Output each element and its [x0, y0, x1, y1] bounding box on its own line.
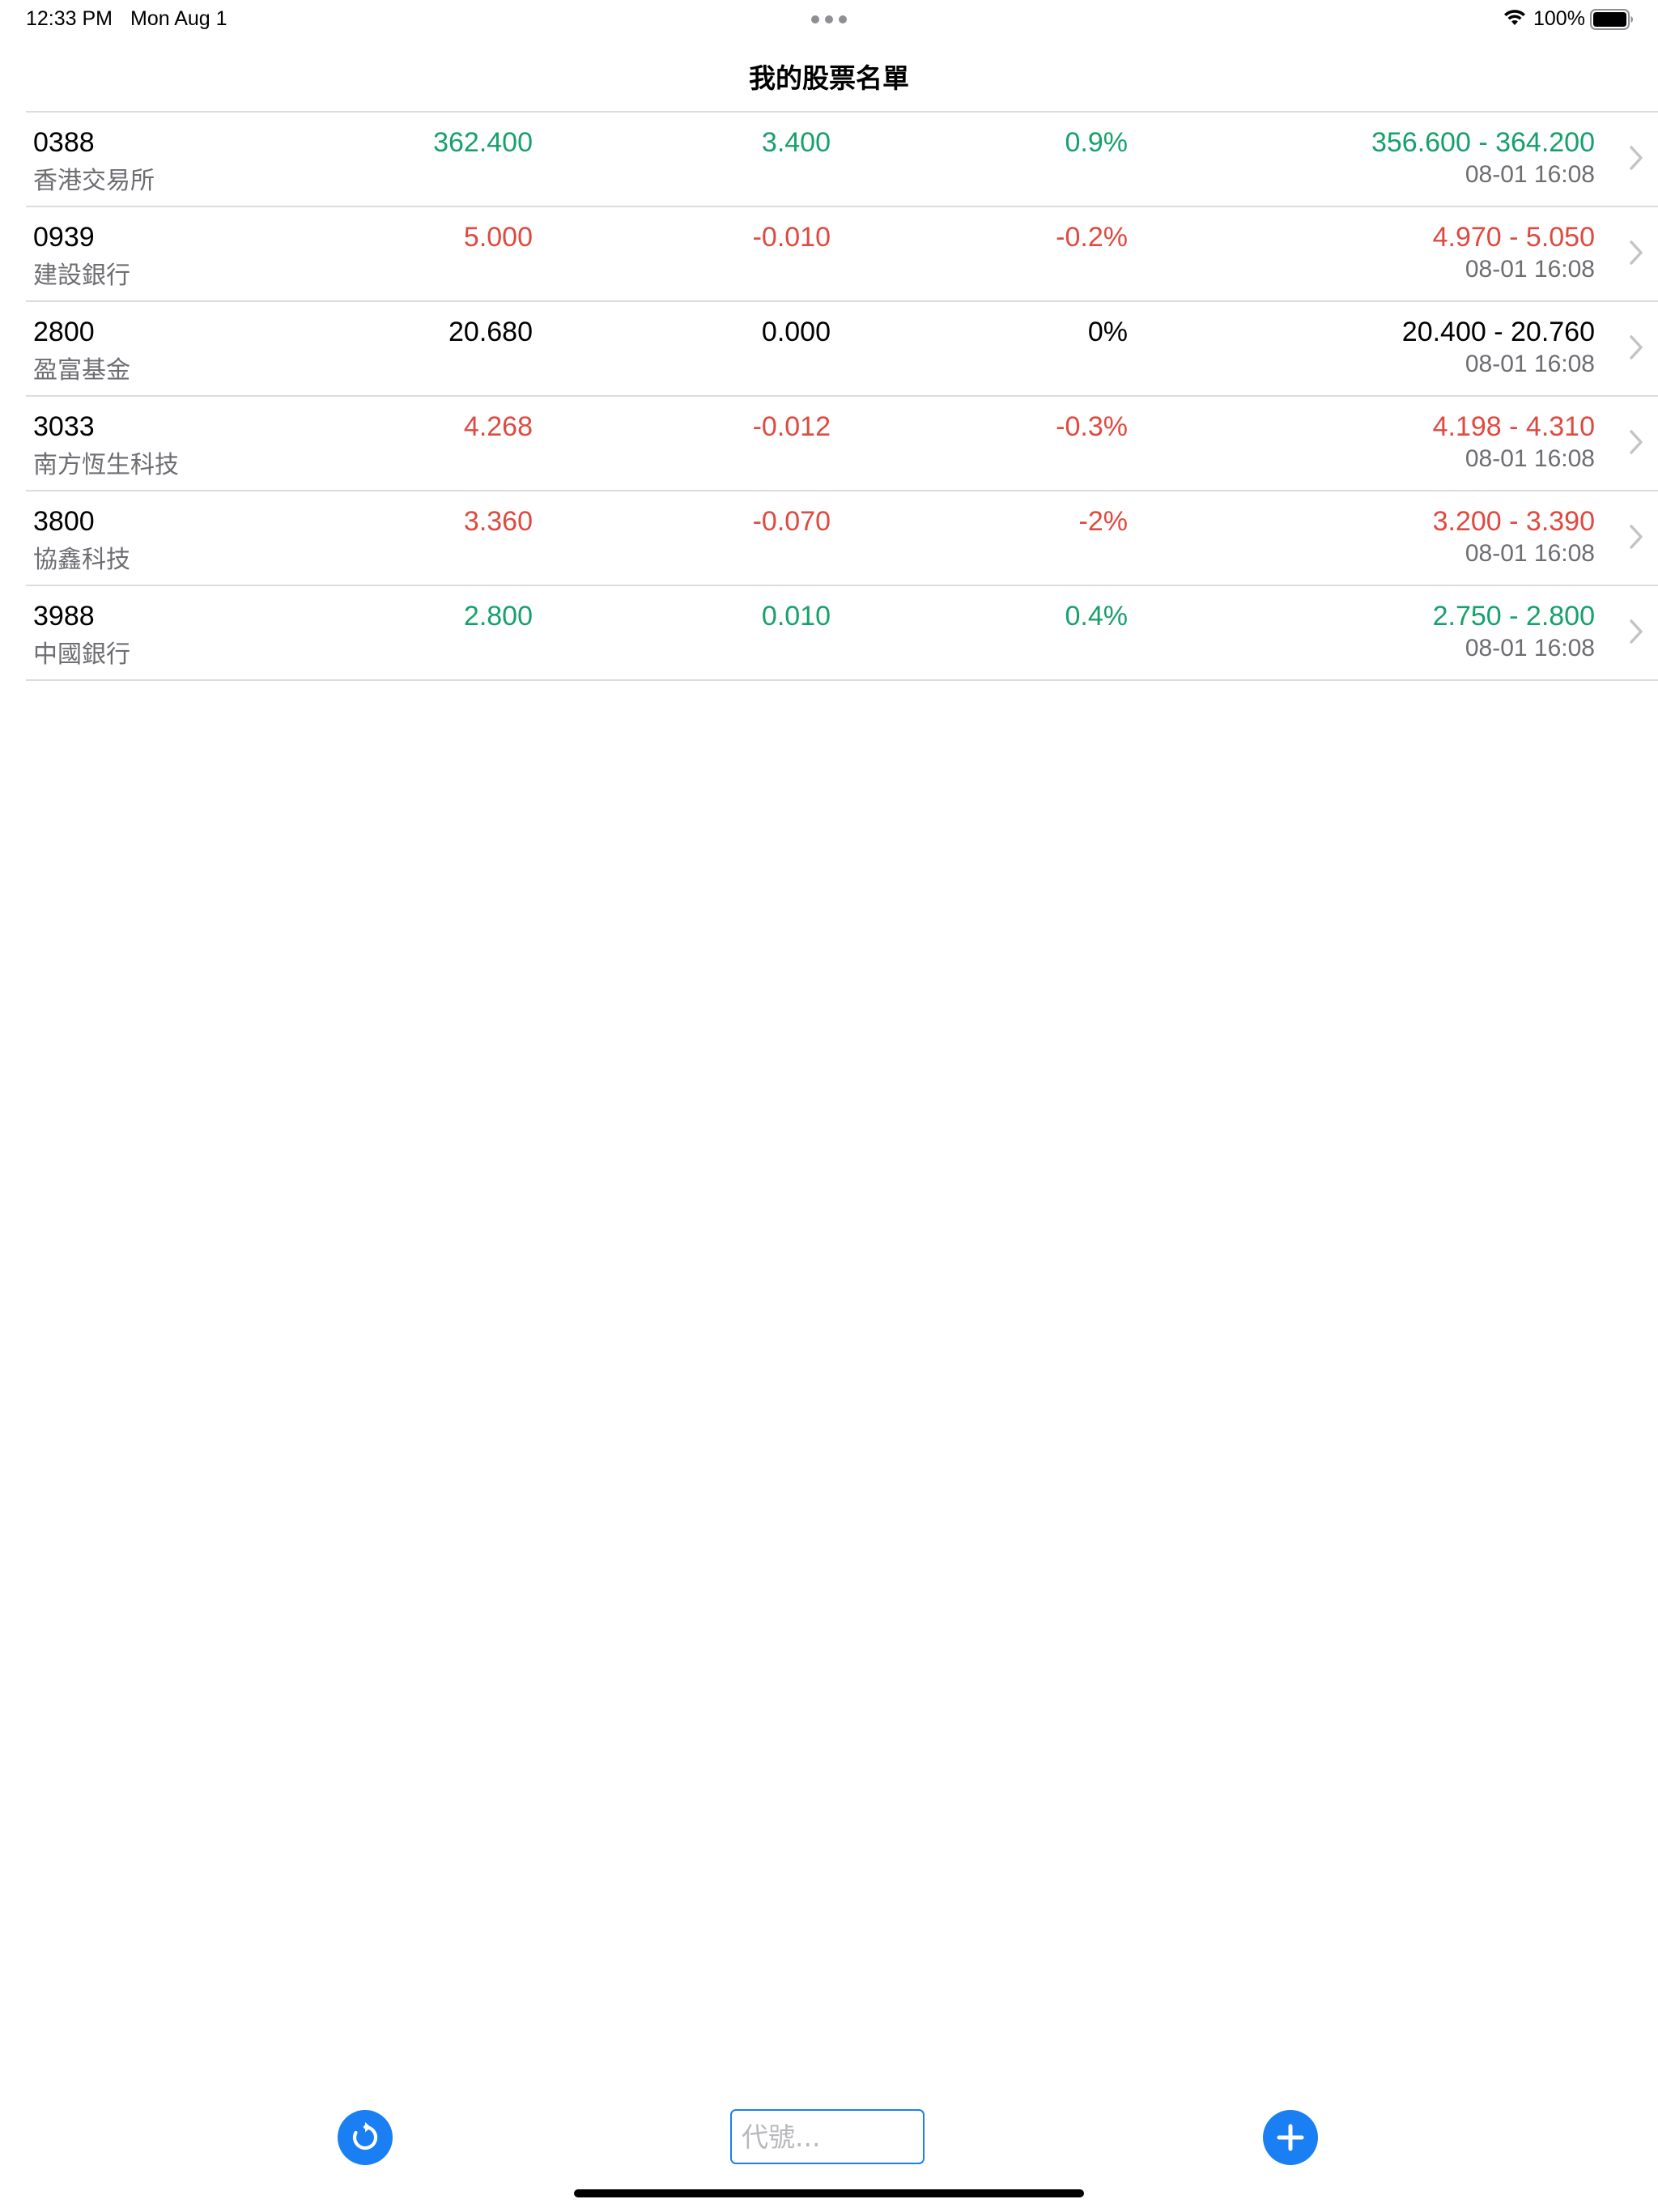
stock-day-range: 356.600 - 364.200: [1371, 127, 1595, 158]
refresh-icon: [352, 2122, 378, 2150]
status-time: 12:33 PM: [26, 7, 113, 30]
home-indicator[interactable]: [574, 2189, 1084, 2197]
stock-change: -0.010: [752, 222, 831, 253]
plus-icon: [1277, 2124, 1304, 2151]
stock-change: -0.070: [752, 506, 831, 537]
battery-icon: [1590, 9, 1633, 30]
page-title: 我的股票名單: [749, 63, 909, 93]
battery-percentage: 100%: [1533, 7, 1585, 30]
stock-row[interactable]: 2800 盈富基金 20.680 0.000 0% 20.400 - 20.760 08-0…: [26, 302, 1658, 397]
chevron-right-icon: [1630, 525, 1643, 549]
chevron-right-icon: [1630, 335, 1643, 359]
stock-list: 0388 香港交易所 362.400 3.400 0.9% 356.600 - 364.2…: [26, 111, 1658, 681]
stock-change-percent: 0%: [1087, 317, 1128, 347]
stock-update-time: 08-01 16:08: [1465, 445, 1595, 472]
stock-change: 3.400: [761, 127, 831, 158]
screen: 12:33 PM Mon Aug 1 100% 我的股票名單 0388 香港交易所…: [0, 0, 1658, 2212]
stock-code: 3988: [33, 601, 95, 632]
chevron-right-icon: [1630, 619, 1643, 644]
add-stock-button[interactable]: [1263, 2110, 1318, 2165]
stock-change: 0.000: [761, 317, 831, 347]
stock-change: -0.012: [752, 411, 831, 442]
stock-code: 3800: [33, 506, 95, 537]
wifi-icon: [1504, 10, 1525, 25]
stock-change: 0.010: [761, 601, 831, 632]
stock-name: 建設銀行: [33, 262, 130, 289]
stock-price: 20.680: [449, 317, 533, 347]
stock-name: 協鑫科技: [33, 547, 130, 573]
stock-update-time: 08-01 16:08: [1465, 351, 1595, 377]
stock-code: 3033: [33, 411, 95, 442]
stock-price: 362.400: [433, 127, 533, 158]
stock-update-time: 08-01 16:08: [1465, 256, 1595, 283]
stock-name: 香港交易所: [33, 168, 155, 194]
stock-change-percent: 0.4%: [1065, 601, 1129, 632]
stock-row[interactable]: 3988 中國銀行 2.800 0.010 0.4% 2.750 - 2.800 08-01…: [26, 586, 1658, 681]
stock-row[interactable]: 3800 協鑫科技 3.360 -0.070 -2% 3.200 - 3.390 08-01…: [26, 491, 1658, 586]
stock-change-percent: 0.9%: [1065, 127, 1129, 158]
chevron-right-icon: [1630, 240, 1643, 265]
stock-price: 5.000: [463, 222, 533, 253]
refresh-button[interactable]: [338, 2110, 393, 2165]
stock-day-range: 4.970 - 5.050: [1432, 222, 1595, 253]
stock-price: 2.800: [463, 601, 533, 632]
chevron-right-icon: [1630, 146, 1643, 170]
chevron-right-icon: [1630, 430, 1643, 454]
stock-update-time: 08-01 16:08: [1465, 161, 1595, 188]
stock-day-range: 20.400 - 20.760: [1401, 317, 1595, 347]
stock-day-range: 4.198 - 4.310: [1432, 411, 1595, 442]
stock-change-percent: -0.3%: [1056, 411, 1128, 442]
stock-update-time: 08-01 16:08: [1465, 540, 1595, 567]
stock-name: 中國銀行: [33, 641, 130, 668]
stock-row[interactable]: 3033 南方恆生科技 4.268 -0.012 -0.3% 4.198 - 4.310 0…: [26, 397, 1658, 491]
status-bar: 12:33 PM Mon Aug 1 100%: [0, 0, 1658, 39]
stock-code: 0388: [33, 127, 95, 158]
stock-row[interactable]: 0388 香港交易所 362.400 3.400 0.9% 356.600 - 364.2…: [26, 113, 1658, 207]
stock-code: 2800: [33, 317, 95, 347]
stock-name: 南方恆生科技: [33, 452, 179, 479]
stock-price: 4.268: [463, 411, 533, 442]
stock-code: 0939: [33, 222, 95, 253]
stock-row[interactable]: 0939 建設銀行 5.000 -0.010 -0.2% 4.970 - 5.050 08-…: [26, 207, 1658, 302]
stock-day-range: 3.200 - 3.390: [1432, 506, 1595, 537]
multitasking-dots-icon[interactable]: [811, 15, 847, 23]
stock-update-time: 08-01 16:08: [1465, 635, 1595, 661]
stock-day-range: 2.750 - 2.800: [1432, 601, 1595, 632]
stock-price: 3.360: [463, 506, 533, 537]
stock-name: 盈富基金: [33, 357, 130, 384]
stock-code-input[interactable]: [730, 2109, 925, 2164]
stock-change-percent: -0.2%: [1056, 222, 1128, 253]
stock-change-percent: -2%: [1078, 506, 1128, 537]
status-date: Mon Aug 1: [130, 7, 227, 30]
